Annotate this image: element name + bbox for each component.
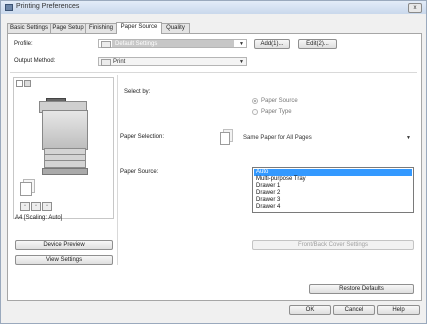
output-method-value: Print (113, 59, 126, 65)
paper-stack-icon (220, 129, 233, 145)
device-preview-button[interactable]: Device Preview (15, 240, 113, 250)
list-item[interactable]: Drawer 4 (254, 204, 412, 211)
preview-caption: A4 [Scaling: Auto] (15, 215, 63, 221)
cancel-button[interactable]: Cancel (333, 305, 375, 315)
edit-profile-button[interactable]: Edit(2)... (298, 39, 337, 49)
tab-paper-source[interactable]: Paper Source (116, 22, 162, 34)
front-back-cover-settings-button[interactable]: Front/Back Cover Settings (252, 240, 414, 250)
preview-option-button[interactable]: ▫ (42, 202, 52, 211)
help-button[interactable]: Help (377, 305, 420, 315)
chevron-down-icon: ▼ (239, 41, 244, 47)
list-item[interactable]: Drawer 2 (254, 190, 412, 197)
paper-source-listbox[interactable]: Auto Multi-purpose Tray Drawer 1 Drawer … (252, 167, 414, 213)
close-button[interactable]: x (408, 3, 422, 13)
preview-option-button[interactable]: ▫ (20, 202, 30, 211)
paper-source-label: Paper Source: (120, 169, 159, 175)
radio-paper-source-label: Paper Source (261, 98, 298, 104)
printing-preferences-window: Printing Preferences x Basic Settings Pa… (0, 0, 427, 324)
list-item[interactable]: Drawer 1 (254, 183, 412, 190)
tab-quality[interactable]: Quality (161, 23, 190, 33)
output-method-label: Output Method: (14, 58, 56, 64)
paper-selection-label: Paper Selection: (120, 134, 165, 140)
preview-pane: ▫ ▫ ▫ (13, 77, 114, 219)
restore-defaults-button[interactable]: Restore Defaults (309, 284, 414, 294)
output-method-select[interactable]: Print ▼ (98, 57, 247, 66)
tab-finishing[interactable]: Finishing (85, 23, 117, 33)
add-profile-button[interactable]: Add(1)... (254, 39, 290, 49)
radio-paper-type[interactable] (252, 109, 258, 115)
radio-paper-source[interactable] (252, 98, 258, 104)
divider (117, 75, 118, 265)
paper-stack-icon (20, 182, 32, 196)
print-output-icon (101, 59, 111, 66)
profile-select[interactable]: Default Settings ▼ (98, 39, 247, 48)
radio-paper-type-label: Paper Type (261, 109, 292, 115)
paper-selection-select[interactable]: Same Paper for All Pages ▼ (238, 133, 414, 142)
chevron-down-icon: ▼ (239, 59, 244, 65)
preview-view-toggle[interactable] (24, 80, 31, 87)
profile-value: Default Settings (115, 41, 158, 47)
list-item[interactable]: Auto (254, 169, 412, 176)
profile-label: Profile: (14, 41, 33, 47)
printer-image (36, 98, 90, 175)
divider (10, 72, 417, 73)
view-settings-button[interactable]: View Settings (15, 255, 113, 265)
tab-basic-settings[interactable]: Basic Settings (7, 23, 51, 33)
chevron-down-icon: ▼ (406, 135, 411, 141)
paper-selection-value: Same Paper for All Pages (243, 135, 312, 141)
profile-icon (101, 41, 111, 48)
select-by-label: Select by: (124, 89, 151, 95)
window-title: Printing Preferences (16, 3, 80, 10)
tab-page-setup[interactable]: Page Setup (50, 23, 86, 33)
printer-icon (5, 4, 13, 11)
list-item[interactable]: Multi-purpose Tray (254, 176, 412, 183)
preview-view-toggle[interactable] (16, 80, 23, 87)
ok-button[interactable]: OK (289, 305, 331, 315)
preview-option-button[interactable]: ▫ (31, 202, 41, 211)
list-item[interactable]: Drawer 3 (254, 197, 412, 204)
title-bar: Printing Preferences x (1, 1, 426, 14)
